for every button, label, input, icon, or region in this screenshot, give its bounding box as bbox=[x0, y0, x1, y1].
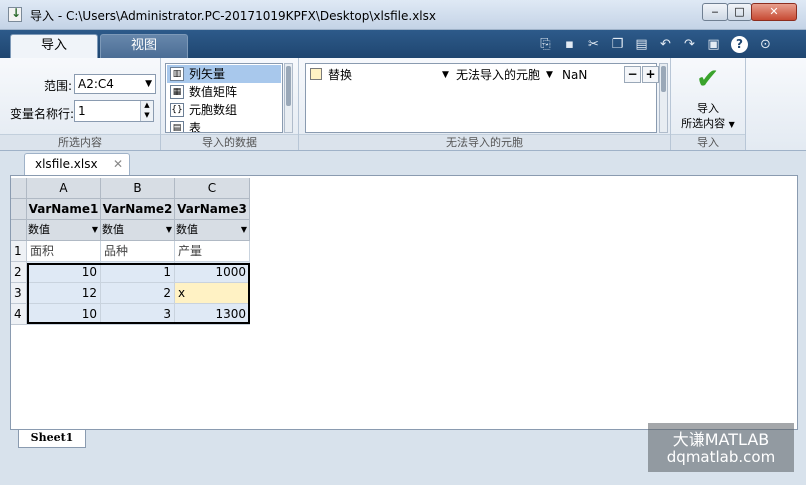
varnames-row-label: 变量名称行: bbox=[10, 107, 75, 121]
import-section-footer: 导入 bbox=[671, 134, 745, 150]
ribbon-tab-bar: 导入 视图 ⎘ ▪ ✂ ❐ ▤ ↶ ↷ ▣ ? ⊙ bbox=[0, 30, 806, 58]
add-rule-button[interactable]: + bbox=[642, 66, 659, 83]
output-type-table[interactable]: ▤ 表 bbox=[167, 119, 281, 132]
chevron-down-icon: ▼ bbox=[240, 225, 247, 234]
row-number[interactable]: 1 bbox=[11, 241, 27, 262]
imported-data-section-footer: 导入的数据 bbox=[161, 134, 298, 150]
row-number[interactable]: 4 bbox=[11, 304, 27, 325]
switch-windows-icon[interactable]: ▣ bbox=[705, 36, 722, 53]
cell-array-icon: {} bbox=[170, 103, 184, 117]
grid-cell[interactable]: 面积 bbox=[27, 241, 101, 262]
tab-import[interactable]: 导入 bbox=[10, 34, 98, 58]
varname-header[interactable]: VarName2 bbox=[101, 199, 175, 220]
save-icon[interactable]: ▪ bbox=[561, 36, 578, 53]
grid-cell[interactable]: 产量 bbox=[175, 241, 250, 262]
output-type-cell-array[interactable]: {} 元胞数组 bbox=[167, 101, 281, 119]
unimportable-section-footer: 无法导入的元胞 bbox=[299, 134, 670, 150]
ribbon-panel: 范围: A2:C4 ▼ 变量名称行: 1 ▲ ▼ 所选内容 ▥ 列矢量 ▦ 数值… bbox=[0, 58, 806, 151]
column-header-b[interactable]: B bbox=[101, 178, 175, 199]
row-number[interactable]: 2 bbox=[11, 262, 27, 283]
watermark-title: 大谦MATLAB bbox=[672, 430, 770, 449]
window-title: 导入 - C:\Users\Administrator.PC-20171019K… bbox=[30, 9, 436, 23]
close-icon[interactable]: ✕ bbox=[751, 3, 797, 21]
chevron-down-icon: ▼ bbox=[91, 225, 98, 234]
stepper-up-icon[interactable]: ▲ bbox=[140, 101, 153, 111]
grid-cell[interactable]: 10 bbox=[27, 304, 101, 325]
grid-cell[interactable]: 1000 bbox=[175, 262, 250, 283]
scrollbar-thumb[interactable] bbox=[661, 66, 666, 92]
varname-header[interactable]: VarName1 bbox=[27, 199, 101, 220]
rule-target-dropdown[interactable]: 无法导入的元胞 ▼ bbox=[456, 66, 558, 84]
stepper-down-icon[interactable]: ▼ bbox=[140, 111, 153, 121]
grid-cell[interactable]: 2 bbox=[101, 283, 175, 304]
remove-rule-button[interactable]: − bbox=[624, 66, 641, 83]
column-header-c[interactable]: C bbox=[175, 178, 250, 199]
table-icon: ▤ bbox=[170, 121, 184, 132]
more-options-icon[interactable]: ⊙ bbox=[757, 36, 774, 53]
output-type-column-vectors[interactable]: ▥ 列矢量 bbox=[167, 65, 281, 83]
range-label: 范围: bbox=[44, 79, 73, 93]
watermark-url: dqmatlab.com bbox=[666, 448, 776, 466]
rule-enabled-checkbox[interactable] bbox=[310, 68, 322, 80]
varname-header[interactable]: VarName3 bbox=[175, 199, 250, 220]
close-icon[interactable]: ✕ bbox=[113, 154, 123, 174]
import-selection-button[interactable]: ✔ 导入 所选内容 ▼ bbox=[672, 62, 744, 132]
range-dropdown[interactable]: A2:C4 ▼ bbox=[74, 74, 156, 94]
copy-icon[interactable]: ❐ bbox=[609, 36, 626, 53]
help-icon[interactable]: ? bbox=[731, 36, 748, 53]
undo-icon[interactable]: ↶ bbox=[657, 36, 674, 53]
grid-cell[interactable]: 3 bbox=[101, 304, 175, 325]
cut-icon[interactable]: ✂ bbox=[585, 36, 602, 53]
file-tab[interactable]: xlsfile.xlsx ✕ bbox=[24, 153, 130, 175]
unimportable-cell[interactable]: x bbox=[175, 283, 250, 304]
watermark: 大谦MATLAB dqmatlab.com bbox=[648, 423, 794, 472]
import-file-icon[interactable]: ⎘ bbox=[537, 36, 554, 53]
column-vectors-icon: ▥ bbox=[170, 67, 184, 81]
file-tab-label: xlsfile.xlsx bbox=[35, 157, 98, 171]
maximize-icon[interactable]: □ bbox=[727, 3, 752, 21]
chevron-down-icon: ▼ bbox=[728, 120, 735, 129]
column-type-dropdown[interactable]: 数值 ▼ bbox=[101, 220, 175, 241]
output-type-list[interactable]: ▥ 列矢量 ▦ 数值矩阵 {} 元胞数组 ▤ 表 bbox=[165, 63, 283, 133]
output-type-scrollbar[interactable] bbox=[284, 63, 293, 133]
numeric-matrix-icon: ▦ bbox=[170, 85, 184, 99]
selection-section-footer: 所选内容 bbox=[0, 134, 160, 150]
import-button-label: 导入 bbox=[697, 102, 719, 115]
unimportable-rules-box: 替换 ▼ 无法导入的元胞 ▼ NaN − + bbox=[305, 63, 659, 133]
varnames-row-value: 1 bbox=[78, 104, 86, 118]
grid-cell[interactable]: 12 bbox=[27, 283, 101, 304]
import-button-sublabel: 所选内容 ▼ bbox=[681, 117, 735, 130]
grid-cell[interactable]: 品种 bbox=[101, 241, 175, 262]
window-titlebar: 导入 - C:\Users\Administrator.PC-20171019K… bbox=[0, 0, 806, 30]
range-value: A2:C4 bbox=[78, 77, 114, 91]
scrollbar-thumb[interactable] bbox=[286, 66, 291, 106]
sheet-tab[interactable]: Sheet1 bbox=[18, 430, 86, 448]
column-type-dropdown[interactable]: 数值 ▼ bbox=[27, 220, 101, 241]
import-app-icon bbox=[8, 6, 22, 22]
grid-corner bbox=[11, 199, 27, 220]
redo-icon[interactable]: ↷ bbox=[681, 36, 698, 53]
column-header-a[interactable]: A bbox=[27, 178, 101, 199]
row-number[interactable]: 3 bbox=[11, 283, 27, 304]
tab-view[interactable]: 视图 bbox=[100, 34, 188, 58]
grid-cell[interactable]: 1300 bbox=[175, 304, 250, 325]
grid-cell[interactable]: 1 bbox=[101, 262, 175, 283]
grid-corner bbox=[11, 178, 27, 199]
grid-cell[interactable]: 10 bbox=[27, 262, 101, 283]
grid-corner bbox=[11, 220, 27, 241]
chevron-down-icon: ▼ bbox=[145, 79, 152, 89]
output-type-numeric-matrix[interactable]: ▦ 数值矩阵 bbox=[167, 83, 281, 101]
checkmark-icon: ✔ bbox=[696, 62, 720, 95]
rule-action-dropdown[interactable]: 替换 ▼ bbox=[328, 66, 453, 84]
minimize-icon[interactable]: ‒ bbox=[702, 3, 728, 21]
varnames-row-stepper[interactable]: 1 ▲ ▼ bbox=[74, 100, 154, 122]
rules-scrollbar[interactable] bbox=[659, 63, 668, 133]
rule-value-input[interactable]: NaN bbox=[562, 66, 620, 84]
section-divider bbox=[745, 58, 746, 150]
chevron-down-icon: ▼ bbox=[546, 70, 553, 80]
chevron-down-icon: ▼ bbox=[165, 225, 172, 234]
chevron-down-icon: ▼ bbox=[442, 70, 449, 80]
paste-icon[interactable]: ▤ bbox=[633, 36, 650, 53]
column-type-dropdown[interactable]: 数值 ▼ bbox=[175, 220, 250, 241]
